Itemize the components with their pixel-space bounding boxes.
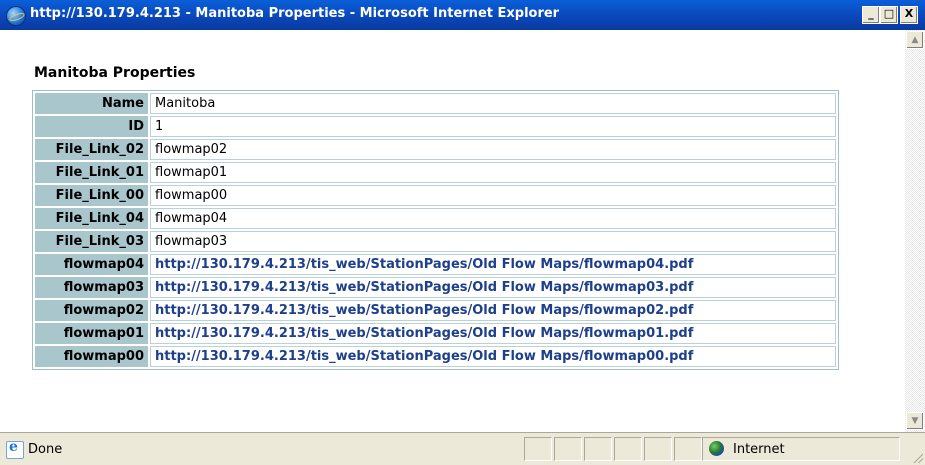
minimize-button[interactable]: _	[862, 6, 880, 24]
page-done-icon	[6, 439, 24, 459]
property-name: File_Link_02	[35, 139, 148, 160]
table-row: Name Manitoba	[35, 93, 836, 114]
status-pane-3	[584, 437, 612, 461]
pdf-link[interactable]: http://130.179.4.213/tis_web/StationPage…	[155, 326, 693, 341]
table-row: flowmap00 http://130.179.4.213/tis_web/St…	[35, 346, 836, 367]
property-value[interactable]: http://130.179.4.213/tis_web/StationPage…	[150, 277, 836, 298]
pdf-link[interactable]: http://130.179.4.213/tis_web/StationPage…	[155, 257, 693, 272]
table-row: File_Link_00 flowmap00	[35, 185, 836, 206]
property-name: File_Link_04	[35, 208, 148, 229]
property-value: flowmap02	[150, 139, 836, 160]
window-titlebar[interactable]: http://130.179.4.213 - Manitoba Properti…	[0, 0, 925, 30]
property-value: flowmap03	[150, 231, 836, 252]
maximize-button[interactable]: □	[880, 6, 898, 24]
status-pane-4	[614, 437, 642, 461]
property-name: flowmap04	[35, 254, 148, 275]
status-text: Done	[28, 442, 63, 457]
property-value: Manitoba	[150, 93, 836, 114]
vertical-scrollbar[interactable]: ▲ ▼	[905, 30, 925, 432]
property-value: flowmap01	[150, 162, 836, 183]
table-row: flowmap02 http://130.179.4.213/tis_web/St…	[35, 300, 836, 321]
window-title: http://130.179.4.213 - Manitoba Properti…	[30, 6, 560, 21]
property-name: File_Link_03	[35, 231, 148, 252]
scroll-up-button[interactable]: ▲	[906, 31, 924, 49]
table-row: ID 1	[35, 116, 836, 137]
status-bar: Done Internet	[0, 432, 925, 465]
property-name: flowmap03	[35, 277, 148, 298]
property-value[interactable]: http://130.179.4.213/tis_web/StationPage…	[150, 254, 836, 275]
table-row: File_Link_03 flowmap03	[35, 231, 836, 252]
table-row: flowmap03 http://130.179.4.213/tis_web/St…	[35, 277, 836, 298]
property-name: flowmap02	[35, 300, 148, 321]
pdf-link[interactable]: http://130.179.4.213/tis_web/StationPage…	[155, 303, 693, 318]
close-button[interactable]: X	[900, 6, 918, 24]
property-name: File_Link_01	[35, 162, 148, 183]
status-pane-5	[644, 437, 672, 461]
table-row: File_Link_01 flowmap01	[35, 162, 836, 183]
property-value[interactable]: http://130.179.4.213/tis_web/StationPage…	[150, 346, 836, 367]
globe-icon	[709, 441, 724, 456]
table-row: File_Link_02 flowmap02	[35, 139, 836, 160]
security-zone[interactable]: Internet	[702, 437, 900, 461]
property-value[interactable]: http://130.179.4.213/tis_web/StationPage…	[150, 300, 836, 321]
property-value: flowmap04	[150, 208, 836, 229]
property-value[interactable]: http://130.179.4.213/tis_web/StationPage…	[150, 323, 836, 344]
pdf-link[interactable]: http://130.179.4.213/tis_web/StationPage…	[155, 280, 693, 295]
status-pane-2	[554, 437, 582, 461]
status-pane-1	[524, 437, 552, 461]
properties-table: Name Manitoba ID 1 File_Link_02 flowmap02 File…	[32, 90, 839, 370]
page-content: Manitoba Properties Name Manitoba ID 1 File_…	[0, 30, 905, 432]
table-row: File_Link_04 flowmap04	[35, 208, 836, 229]
property-value: flowmap00	[150, 185, 836, 206]
scroll-down-button[interactable]: ▼	[906, 412, 924, 430]
page-title: Manitoba Properties	[34, 65, 196, 81]
status-pane-6	[674, 437, 702, 461]
property-name: File_Link_00	[35, 185, 148, 206]
property-name: flowmap01	[35, 323, 148, 344]
table-row: flowmap01 http://130.179.4.213/tis_web/St…	[35, 323, 836, 344]
pdf-link[interactable]: http://130.179.4.213/tis_web/StationPage…	[155, 349, 693, 364]
property-name: flowmap00	[35, 346, 148, 367]
resize-grip-icon[interactable]	[911, 451, 923, 463]
table-row: flowmap04 http://130.179.4.213/tis_web/St…	[35, 254, 836, 275]
zone-label: Internet	[733, 442, 785, 457]
property-value: 1	[150, 116, 836, 137]
ie-logo-icon	[6, 6, 26, 26]
property-name: ID	[35, 116, 148, 137]
property-name: Name	[35, 93, 148, 114]
